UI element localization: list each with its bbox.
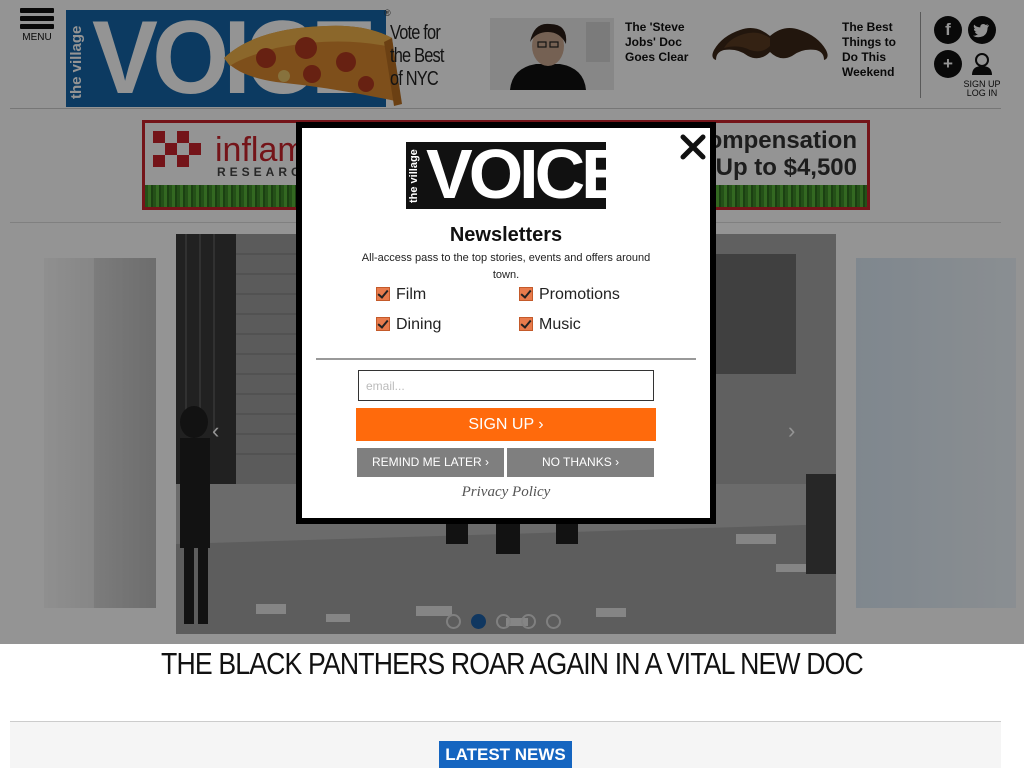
checkbox-promotions[interactable]: Promotions	[519, 286, 620, 304]
checkbox-checked-icon	[519, 317, 533, 331]
newsletter-modal: the village VOICE Newsletters All-access…	[296, 122, 716, 524]
no-thanks-button[interactable]: NO THANKS ›	[507, 448, 654, 477]
email-input[interactable]	[358, 370, 654, 401]
featured-headline[interactable]: THE BLACK PANTHERS ROAR AGAIN IN A VITAL…	[72, 646, 953, 682]
close-icon[interactable]	[678, 132, 708, 162]
modal-subtitle: All-access pass to the top stories, even…	[361, 252, 651, 281]
privacy-policy-link[interactable]: Privacy Policy	[302, 484, 710, 501]
latest-news-label: LATEST NEWS	[439, 741, 572, 768]
signup-button[interactable]: SIGN UP ›	[356, 408, 656, 441]
checkbox-checked-icon	[376, 287, 390, 301]
checkbox-label: Dining	[396, 316, 442, 333]
checkbox-music[interactable]: Music	[519, 316, 581, 334]
checkbox-label: Promotions	[539, 286, 620, 303]
modal-divider	[316, 358, 696, 360]
newsletter-modal-body: the village VOICE Newsletters All-access…	[302, 128, 710, 518]
modal-logo-word: VOICE	[426, 142, 606, 209]
remind-me-later-button[interactable]: REMIND ME LATER ›	[357, 448, 504, 477]
checkbox-label: Film	[396, 286, 427, 303]
modal-logo-small-text: the village	[408, 149, 420, 203]
checkbox-film[interactable]: Film	[376, 286, 426, 304]
checkbox-dining[interactable]: Dining	[376, 316, 441, 334]
checkbox-label: Music	[539, 316, 581, 333]
checkbox-checked-icon	[376, 317, 390, 331]
modal-logo: the village VOICE	[406, 142, 606, 209]
modal-title: Newsletters	[449, 224, 563, 246]
checkbox-checked-icon	[519, 287, 533, 301]
